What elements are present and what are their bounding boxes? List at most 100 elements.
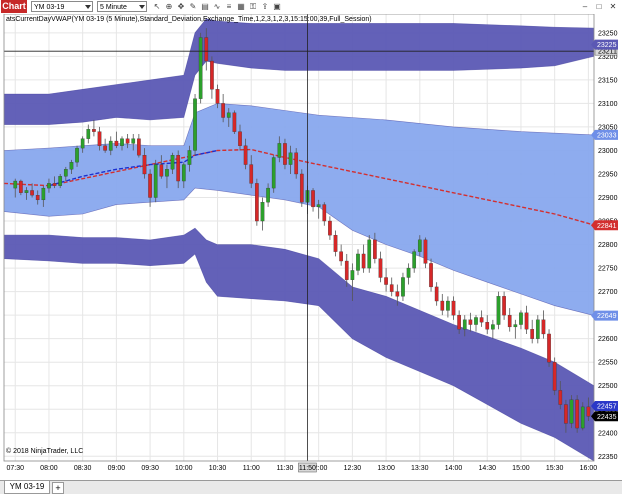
x-tick-label: 08:00: [40, 465, 58, 472]
drawing-icon[interactable]: ✎: [188, 1, 198, 12]
price-badge-label: 22649: [597, 313, 617, 320]
y-tick-label: 22700: [598, 289, 618, 296]
candle-body: [451, 300, 456, 316]
candle-body: [176, 155, 181, 182]
tab-instrument[interactable]: YM 03-19: [4, 481, 50, 494]
candle-body: [249, 164, 254, 184]
y-tick-label: 22900: [598, 195, 618, 202]
screenshot-icon[interactable]: ▣: [272, 1, 282, 12]
close-icon[interactable]: ✕: [608, 1, 618, 12]
candle-body: [446, 300, 450, 311]
x-tick-label: 14:00: [445, 465, 463, 472]
candle-body: [255, 183, 259, 222]
candle-body: [378, 258, 383, 278]
price-chart[interactable]: 2325023200231502310023050230002295022900…: [0, 14, 622, 479]
candle-body: [165, 169, 169, 177]
candle-body: [440, 300, 445, 311]
indicator-icon[interactable]: ∿: [212, 1, 222, 12]
candle-body: [541, 319, 546, 335]
crosshair-time-label: 11:50: [299, 465, 316, 472]
copyright-text: © 2018 NinjaTrader, LLC: [6, 448, 84, 455]
y-tick-label: 22600: [598, 336, 618, 343]
add-tab-button[interactable]: +: [52, 482, 64, 494]
price-badge-label: 22841: [597, 223, 617, 230]
maximize-icon[interactable]: □: [594, 1, 604, 12]
y-tick-label: 22750: [598, 266, 618, 273]
data-box-icon[interactable]: ▦: [236, 1, 246, 12]
minimize-icon[interactable]: –: [580, 1, 590, 12]
share-icon[interactable]: ⇪: [260, 1, 270, 12]
strategy-icon[interactable]: ▤: [200, 1, 210, 12]
candle-body: [204, 37, 209, 62]
candle-body: [277, 143, 282, 158]
candle-body: [221, 103, 225, 118]
indicator-label: atsCurrentDayVWAP(YM 03-19 (5 Minute),St…: [6, 16, 372, 23]
candle-body: [485, 322, 490, 330]
candle-body: [580, 406, 585, 429]
candle-body: [120, 138, 124, 146]
candle-body: [491, 324, 495, 330]
candle-body: [47, 183, 51, 189]
crosshair-price-label: 23211: [598, 49, 617, 56]
candle-body: [52, 183, 57, 186]
x-tick-label: 10:30: [209, 465, 227, 472]
candle-body: [434, 286, 439, 302]
candle-body: [108, 140, 113, 151]
candle-body: [215, 89, 220, 104]
candle-body: [316, 204, 321, 208]
candle-body: [210, 60, 214, 90]
candle-body: [266, 187, 270, 203]
candle-body: [131, 138, 136, 144]
candle-body: [530, 329, 535, 339]
y-tick-label: 23000: [598, 148, 618, 155]
candle-body: [260, 202, 265, 222]
candle-body: [75, 147, 79, 163]
x-tick-label: 11:30: [276, 465, 293, 472]
candle-body: [535, 319, 540, 339]
candle-body: [125, 138, 130, 144]
candle-body: [524, 312, 529, 330]
y-tick-label: 22950: [598, 171, 618, 178]
candle-body: [97, 131, 102, 146]
candle-body: [232, 112, 237, 132]
candle-body: [586, 406, 591, 417]
y-tick-label: 23150: [598, 77, 618, 84]
candle-body: [344, 260, 349, 280]
candle-body: [170, 155, 175, 170]
lock-icon[interactable]: ⚿: [248, 1, 258, 12]
instrument-selector[interactable]: YM 03-19: [31, 1, 93, 12]
candle-body: [367, 239, 372, 269]
candle-body: [361, 253, 366, 269]
price-badge-label: 23033: [597, 132, 617, 139]
chart-window-tab[interactable]: Chart: [1, 0, 27, 13]
candle-body: [243, 145, 248, 165]
x-tick-label: 12:30: [344, 465, 362, 472]
x-tick-label: 15:00: [512, 465, 530, 472]
candle-body: [58, 176, 63, 186]
pan-icon[interactable]: ✥: [176, 1, 186, 12]
candle-body: [294, 152, 299, 175]
cursor-icon[interactable]: ↖: [152, 1, 162, 12]
candle-body: [103, 145, 107, 151]
candle-body: [479, 317, 484, 323]
y-tick-label: 22800: [598, 242, 618, 249]
candle-body: [333, 234, 338, 252]
candle-body: [558, 390, 563, 405]
x-tick-label: 15:30: [546, 465, 564, 472]
y-tick-label: 22550: [598, 360, 618, 367]
candle-body: [35, 195, 40, 201]
candle-body: [384, 277, 388, 285]
properties-icon[interactable]: ≡: [224, 1, 234, 12]
candle-body: [63, 169, 68, 177]
x-tick-label: 09:30: [141, 465, 159, 472]
zoom-icon[interactable]: ⊕: [164, 1, 174, 12]
candle-body: [86, 129, 91, 139]
x-tick-label: 16:00: [580, 465, 598, 472]
candle-body: [80, 138, 85, 149]
x-tick-label: 09:00: [108, 465, 126, 472]
interval-selector[interactable]: 5 Minute: [97, 1, 147, 12]
candle-body: [429, 263, 433, 288]
y-tick-label: 22400: [598, 430, 618, 437]
candle-body: [311, 190, 315, 208]
price-badge-label: 23225: [597, 42, 617, 49]
